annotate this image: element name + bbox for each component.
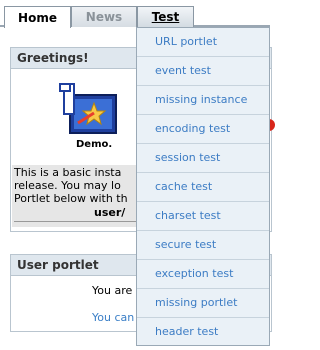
test-dropdown-menu: URL portlet event test missing instance … <box>136 27 270 346</box>
menu-item-cache-test[interactable]: cache test <box>137 173 269 202</box>
info-line-3-text: Portlet below with th <box>14 192 128 205</box>
menu-item-header-test[interactable]: header test <box>137 318 269 347</box>
info-line-1-text: This is a basic insta <box>14 166 122 179</box>
user-portlet-line-1: You are <box>92 284 133 297</box>
tab-bar: Home News Test <box>0 0 270 28</box>
menu-item-url-portlet[interactable]: URL portlet <box>137 28 269 57</box>
tab-test[interactable]: Test <box>137 6 194 27</box>
menu-item-charset-test[interactable]: charset test <box>137 202 269 231</box>
tab-news[interactable]: News <box>71 6 137 27</box>
tab-home[interactable]: Home <box>4 6 71 28</box>
tab-test-label: Test <box>151 10 180 24</box>
info-line-2-text: release. You may lo <box>14 179 121 192</box>
menu-item-session-test[interactable]: session test <box>137 144 269 173</box>
menu-item-encoding-test[interactable]: encoding test <box>137 115 269 144</box>
info-bold-text: user/ <box>94 206 126 219</box>
menu-item-missing-portlet[interactable]: missing portlet <box>137 289 269 318</box>
tab-news-label: News <box>85 10 123 24</box>
menu-item-exception-test[interactable]: exception test <box>137 260 269 289</box>
tab-home-label: Home <box>18 10 57 25</box>
menu-item-secure-test[interactable]: secure test <box>137 231 269 260</box>
user-portlet-link[interactable]: You can <box>92 311 134 324</box>
menu-item-missing-instance[interactable]: missing instance <box>137 86 269 115</box>
demo-app-label[interactable]: Demo. <box>76 139 112 150</box>
menu-item-event-test[interactable]: event test <box>137 57 269 86</box>
demo-app-icon[interactable] <box>58 83 122 139</box>
